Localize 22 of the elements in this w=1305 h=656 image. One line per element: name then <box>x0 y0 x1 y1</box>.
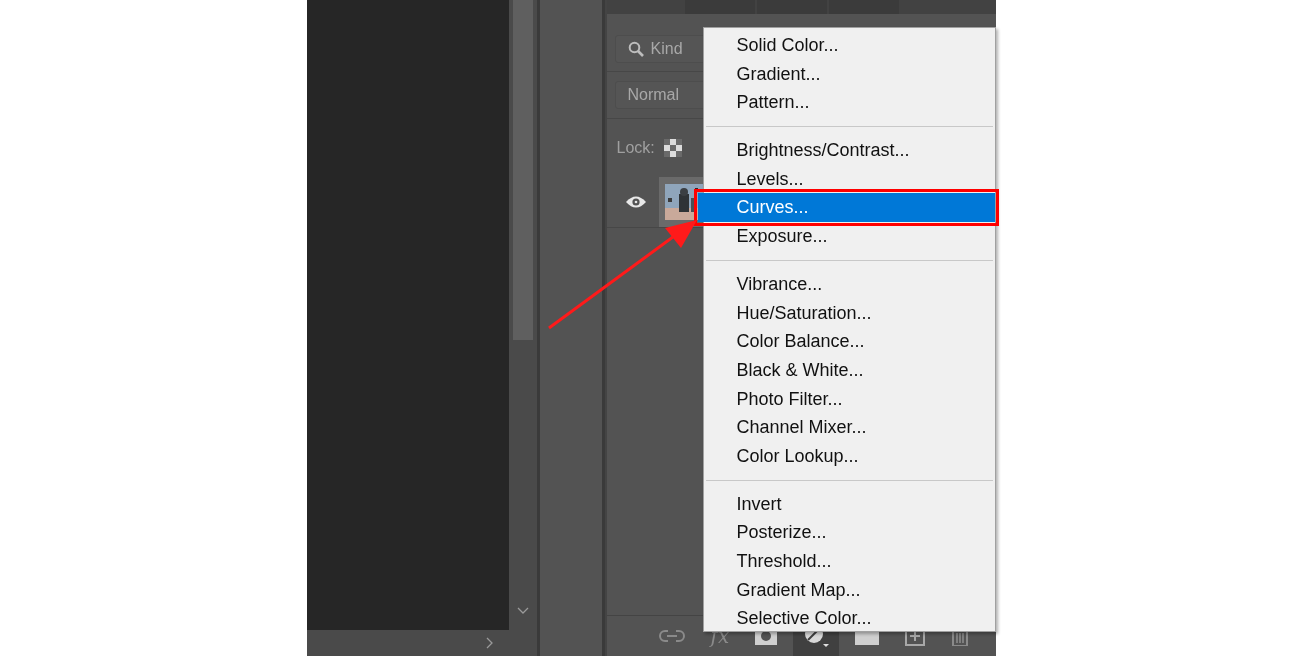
menu-item[interactable]: Selective Color... <box>703 604 995 634</box>
menu-item[interactable]: Color Balance... <box>703 327 995 356</box>
menu-item[interactable]: Vibrance... <box>703 269 995 299</box>
menu-item[interactable]: Posterize... <box>703 518 995 547</box>
search-icon <box>627 40 645 58</box>
menu-item[interactable]: Levels... <box>703 164 995 194</box>
menu-item[interactable]: Hue/Saturation... <box>703 298 995 328</box>
lock-transparency-icon[interactable] <box>662 138 683 158</box>
menu-item[interactable]: Black & White... <box>703 355 995 385</box>
menu-item[interactable]: Exposure... <box>703 222 995 251</box>
menu-item[interactable]: Brightness/Contrast... <box>703 136 995 165</box>
lock-label: Lock: <box>616 139 655 157</box>
menu-item[interactable]: Gradient Map... <box>703 575 995 605</box>
menu-item[interactable]: Photo Filter... <box>703 384 995 414</box>
chevron-down-icon[interactable] <box>516 607 529 614</box>
menu-item[interactable]: Threshold... <box>703 547 995 576</box>
menu-item[interactable]: Channel Mixer... <box>703 413 995 442</box>
menu-item[interactable]: Color Lookup... <box>703 441 995 471</box>
chevron-right-icon[interactable] <box>485 637 493 649</box>
menu-item[interactable]: Invert <box>703 489 995 519</box>
scrollbar[interactable] <box>508 0 537 630</box>
eye-icon[interactable] <box>624 195 647 209</box>
